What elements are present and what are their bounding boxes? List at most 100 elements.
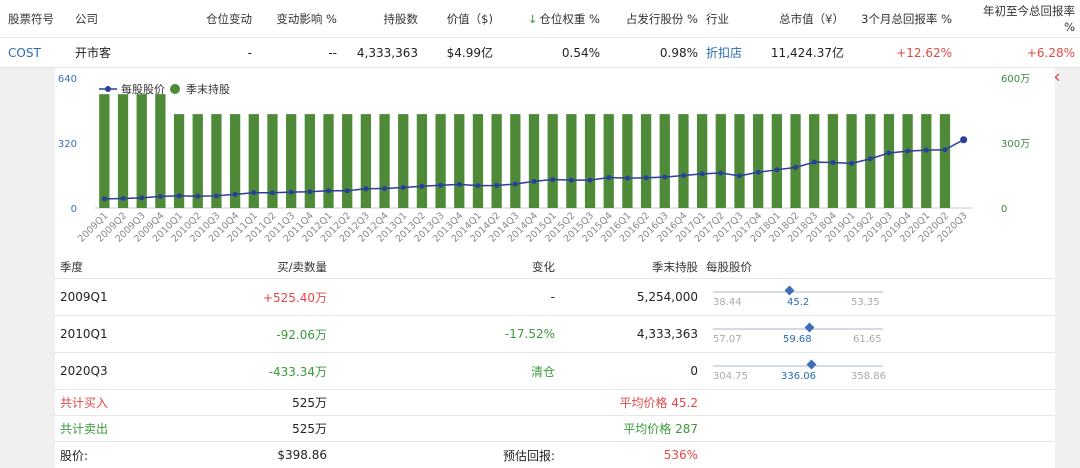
y-left-tick-label: 640	[58, 74, 77, 85]
col-company[interactable]: 公司	[75, 0, 98, 37]
row-hold: 4,333,363	[636, 327, 698, 341]
detail-header-row: 季度 买/卖数量 变化 季末持股 每股股价	[55, 255, 1055, 279]
holding-bar	[566, 114, 577, 208]
avg-buy-price: 平均价格 45.2	[619, 396, 698, 410]
col-return-3m-label: 3个月总回报率 %	[861, 11, 952, 26]
price-high: 358.86	[851, 371, 886, 382]
price-high: 53.35	[851, 297, 880, 308]
price-point	[176, 193, 182, 199]
holding-bar	[584, 114, 596, 208]
legend-line-marker	[105, 86, 111, 92]
price-point	[382, 186, 388, 191]
holding-bar	[472, 114, 484, 208]
holding-chart-svg: 6403200600万300万02009Q12009Q22009Q32009Q4…	[58, 74, 1030, 245]
price-avg: 59.68	[783, 334, 812, 345]
col-change-impact[interactable]: 变动影响 %	[262, 0, 337, 37]
row-change: 清仓	[530, 364, 555, 379]
price-point	[531, 178, 537, 184]
price-point	[512, 181, 518, 187]
holding-bar	[883, 114, 895, 208]
price-point	[960, 136, 968, 144]
price-point	[269, 190, 275, 196]
price-point	[923, 147, 929, 153]
price-point	[699, 171, 705, 177]
y-left-tick-label: 0	[71, 204, 77, 215]
price-low: 57.07	[713, 334, 742, 345]
holding-bar	[360, 114, 372, 208]
holding-bar	[491, 114, 502, 208]
price-range-slider: 38.44 45.2 53.35	[713, 279, 888, 315]
holding-bar	[547, 114, 558, 208]
price-point	[811, 159, 817, 165]
total-buy-row: 共计买入 525万 平均价格 45.2	[55, 390, 1055, 416]
holding-bar	[921, 114, 932, 208]
holding-bar	[416, 114, 428, 208]
col-shares[interactable]: 持股数	[350, 0, 419, 37]
col-return-3m[interactable]: 3个月总回报率 %	[860, 0, 952, 37]
position-change: -	[247, 45, 252, 60]
price-avg: 45.2	[787, 297, 810, 308]
price-point	[475, 183, 481, 189]
price-point	[232, 191, 238, 197]
col-market-cap[interactable]: 总市值（¥）	[760, 0, 844, 37]
price-point	[438, 182, 444, 188]
market-cap: 11,424.37亿	[770, 46, 844, 60]
detail-row: 2020Q3 -433.34万 清仓 0 304.75 336.06 358.8…	[55, 353, 1055, 390]
holding-bar	[528, 114, 540, 208]
trade-detail-table: 季度 买/卖数量 变化 季末持股 每股股价 2009Q1 +525.40万 - …	[55, 255, 1055, 468]
price-point	[662, 174, 668, 180]
row-change: -17.52%	[504, 327, 555, 341]
total-buy-label: 共计买入	[60, 396, 109, 410]
col-position-change[interactable]: 仓位变动	[180, 0, 252, 37]
est-return-label: 预估回报:	[502, 448, 555, 463]
holding-bar	[771, 114, 782, 208]
slider-knob	[804, 322, 815, 333]
holding-bar	[659, 114, 670, 208]
price-point	[736, 173, 742, 179]
row-quarter: 2020Q3	[60, 364, 108, 378]
holding-bar	[790, 114, 801, 208]
col-weight[interactable]: ↓ 仓位权重 %	[515, 0, 600, 37]
price-point	[942, 147, 948, 153]
shares-held: 4,333,363	[356, 45, 418, 60]
symbol-link[interactable]: COST	[8, 38, 41, 67]
holding-bar	[342, 114, 353, 208]
holding-bar	[715, 114, 726, 208]
price-point	[494, 182, 500, 188]
price-label: 股价:	[60, 448, 89, 463]
price-point	[101, 196, 107, 202]
price-point	[587, 177, 593, 183]
price-point	[326, 188, 332, 194]
holding-bar	[398, 114, 409, 208]
holding-bar	[753, 114, 764, 208]
holding-bar	[939, 114, 951, 208]
avg-sell-price: 平均价格 287	[623, 422, 698, 436]
industry-link[interactable]: 折扣店	[706, 38, 742, 67]
col-industry[interactable]: 行业	[706, 0, 729, 37]
holding-row[interactable]: COST 开市客 - -- 4,333,363 $4.99亿 0.54% 0.9…	[0, 38, 1080, 68]
price-point	[774, 167, 780, 173]
detail-row: 2010Q1 -92.06万 -17.52% 4,333,363 57.07 5…	[55, 316, 1055, 353]
price-point	[830, 160, 836, 165]
detail-col-hold: 季末持股	[652, 259, 698, 274]
row-change: -	[550, 290, 555, 304]
company-name: 开市客	[75, 46, 112, 60]
price-point	[157, 193, 163, 199]
col-symbol[interactable]: 股票符号	[8, 0, 54, 37]
holding-bar	[603, 114, 614, 208]
col-pct-outstanding[interactable]: 占发行股份 %	[610, 0, 698, 37]
return-3m: +12.62%	[896, 45, 952, 60]
col-value[interactable]: 价值（$)	[430, 0, 493, 37]
col-return-ytd[interactable]: 年初至今总回报率 %	[975, 0, 1075, 37]
price-low: 38.44	[713, 297, 742, 308]
holding-bar	[640, 114, 652, 208]
holding-bar	[155, 94, 166, 208]
slider-track	[713, 328, 883, 330]
holding-bar	[136, 94, 147, 208]
detail-row: 2009Q1 +525.40万 - 5,254,000 38.44 45.2 5…	[55, 279, 1055, 316]
holding-bar	[902, 114, 913, 208]
row-hold: 5,254,000	[636, 290, 698, 304]
holding-bar	[117, 94, 129, 208]
detail-col-price: 每股股价	[706, 259, 752, 274]
price-high: 61.65	[853, 334, 882, 345]
